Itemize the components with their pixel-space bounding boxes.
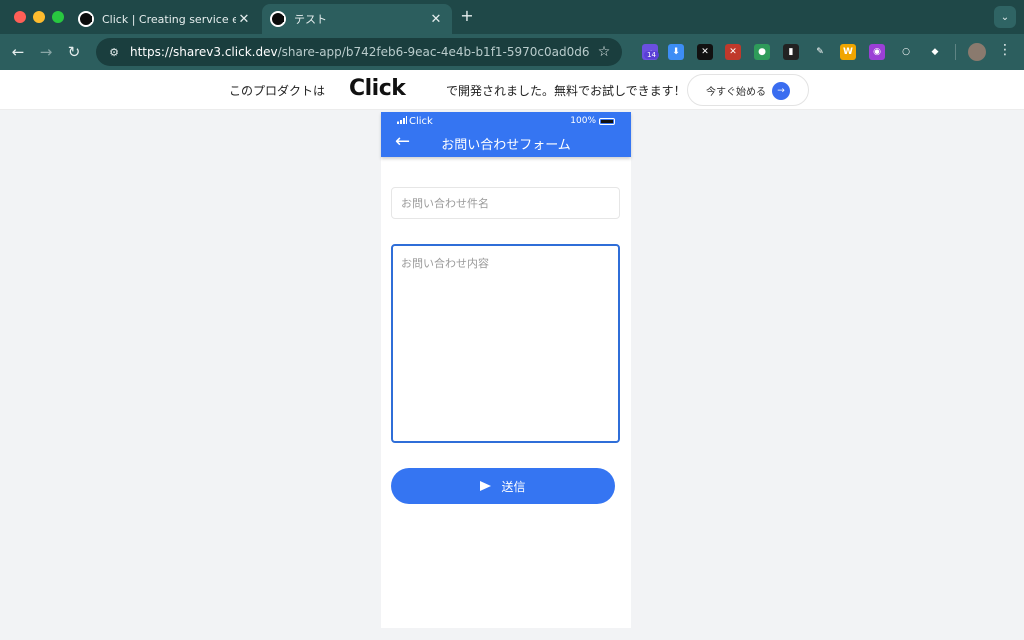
close-window-icon[interactable]	[14, 11, 26, 23]
url-host: https://sharev3.click.dev	[130, 45, 278, 59]
app-preview: Click 100% ← お問い合わせフォーム 送信	[381, 112, 631, 628]
arrow-right-icon: →	[772, 82, 790, 100]
carrier-label: Click	[409, 116, 433, 127]
send-label: 送信	[501, 479, 526, 494]
start-now-label: 今すぐ始める	[706, 86, 766, 98]
circle-extension-icon[interactable]: ○	[898, 44, 914, 60]
eyedropper-extension-icon[interactable]: ✎	[812, 44, 828, 60]
tab-strip: Click | Creating service easily ✕ テスト ✕ …	[0, 0, 1024, 34]
forward-arrow-icon[interactable]: →	[36, 42, 56, 62]
bookmark-extension-icon[interactable]: ▮	[783, 44, 799, 60]
status-carrier: Click	[397, 116, 433, 127]
tab-test[interactable]: テスト ✕	[262, 4, 452, 34]
back-arrow-icon[interactable]: ←	[8, 42, 28, 62]
bookmark-star-icon[interactable]: ☆	[596, 44, 612, 60]
close-tab-icon[interactable]: ✕	[236, 12, 252, 27]
w-extension-icon[interactable]: W	[840, 44, 856, 60]
promo-tail-text: で開発されました。無料でお試しできます！	[446, 84, 686, 98]
click-favicon-icon	[78, 11, 94, 27]
screen-title: お問い合わせフォーム	[441, 138, 571, 153]
page-bottom	[0, 628, 1024, 640]
promo-lead-text: このプロダクトは	[229, 84, 326, 98]
profile-avatar[interactable]	[968, 43, 986, 61]
tab-search-icon[interactable]: ⌄	[994, 6, 1016, 28]
url-text[interactable]: https://sharev3.click.dev/share-app/b742…	[130, 45, 590, 59]
toolbar-divider	[955, 44, 956, 60]
extension-badge: 14	[644, 51, 659, 59]
tab-title: Click | Creating service easily	[102, 12, 236, 26]
start-now-button[interactable]: 今すぐ始める →	[687, 74, 809, 106]
tab-title: テスト	[294, 13, 327, 26]
tab-click-home[interactable]: Click | Creating service easily ✕	[70, 4, 260, 34]
download-extension-icon[interactable]: ⬇	[668, 44, 684, 60]
reload-icon[interactable]: ↻	[64, 42, 84, 62]
promo-banner: このプロダクトは Click で開発されました。無料でお試しできます！ 今すぐ始…	[0, 70, 1024, 110]
maximize-window-icon[interactable]	[52, 11, 64, 23]
browser-menu-icon[interactable]: ⋮	[998, 42, 1012, 62]
signal-icon	[397, 116, 407, 124]
x-extension-icon[interactable]: ✕	[697, 44, 713, 60]
minimize-window-icon[interactable]	[33, 11, 45, 23]
purple-extension-icon[interactable]: ◉	[869, 44, 885, 60]
close-tab-icon[interactable]: ✕	[428, 12, 444, 27]
browser-chrome: Click | Creating service easily ✕ テスト ✕ …	[0, 0, 1024, 70]
send-icon	[480, 481, 492, 491]
address-bar[interactable]: ⚙ https://sharev3.click.dev/share-app/b7…	[96, 38, 622, 66]
status-battery: 100%	[570, 116, 615, 126]
puzzle-extension-icon[interactable]: ◆	[927, 44, 943, 60]
message-textarea[interactable]	[391, 244, 620, 443]
send-button[interactable]: 送信	[391, 468, 615, 504]
subject-input[interactable]	[391, 187, 620, 219]
url-path: /share-app/b742feb6-9eac-4e4b-b1f1-5970c…	[277, 45, 590, 59]
battery-level: 100%	[570, 116, 596, 126]
red-extension-icon[interactable]: ✕	[725, 44, 741, 60]
green-extension-icon[interactable]: ●	[754, 44, 770, 60]
site-info-icon[interactable]: ⚙	[106, 44, 122, 60]
click-logo[interactable]: Click	[349, 76, 406, 101]
app-header: Click 100% ← お問い合わせフォーム	[381, 112, 631, 157]
click-favicon-icon	[270, 11, 286, 27]
battery-icon	[599, 117, 615, 125]
new-tab-button[interactable]: +	[458, 6, 476, 28]
